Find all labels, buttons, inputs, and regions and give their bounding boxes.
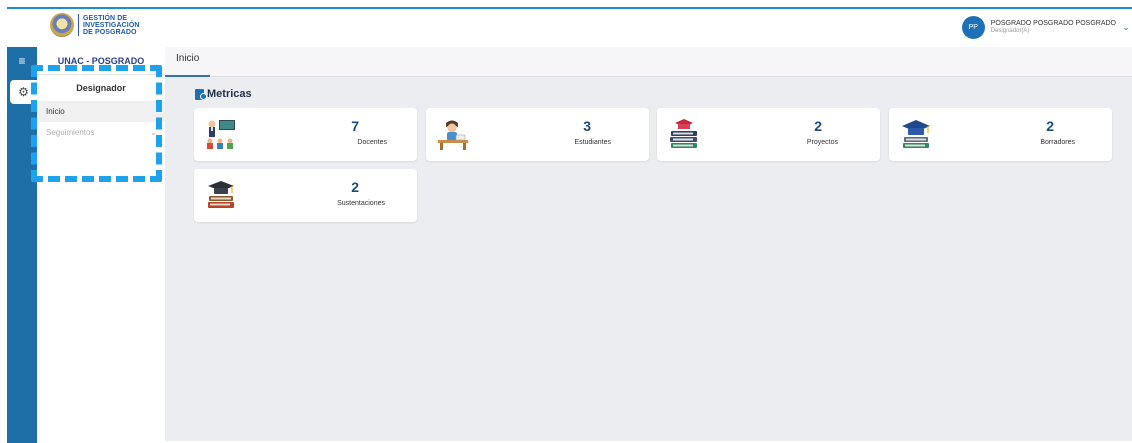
logo-text: GESTIÓN DE INVESTIGACIÓN DE POSGRADO <box>83 14 140 36</box>
tab-inicio[interactable]: Inicio <box>165 47 211 77</box>
sidebar-org-title: UNAC - POSGRADO <box>37 47 165 75</box>
metric-value: 2 <box>351 179 359 195</box>
university-seal-icon <box>50 13 74 37</box>
metrics-icon <box>195 88 207 100</box>
top-header: GESTIÓN DE INVESTIGACIÓN DE POSGRADO PP … <box>7 9 1132 47</box>
sidebar: UNAC - POSGRADO Designador Inicio Seguim… <box>37 47 165 443</box>
metric-label: Proyectos <box>806 139 838 146</box>
chevron-down-icon[interactable]: ⌄ <box>1120 21 1132 33</box>
sidebar-item-inicio[interactable]: Inicio <box>37 101 165 122</box>
metric-label: Borradores <box>1040 139 1075 146</box>
metric-value: 2 <box>814 118 822 134</box>
user-name: POSGRADO POSGRADO POSGRADO <box>990 19 1116 27</box>
section-title: Metricas <box>195 88 252 100</box>
sidebar-item-label: Inicio <box>46 107 65 116</box>
app-logo[interactable]: GESTIÓN DE INVESTIGACIÓN DE POSGRADO <box>50 13 140 37</box>
logo-divider <box>78 14 79 36</box>
metric-value: 3 <box>583 118 591 134</box>
metric-label: Docentes <box>357 139 387 146</box>
hamburger-menu-icon[interactable]: ≡ <box>7 53 37 69</box>
left-rail: ≡ ⚙ <box>7 47 37 443</box>
metric-card-borradores[interactable]: 2 Borradores <box>889 108 1112 161</box>
app-frame: GESTIÓN DE INVESTIGACIÓN DE POSGRADO PP … <box>7 7 1132 443</box>
metric-value: 7 <box>351 118 359 134</box>
user-info: POSGRADO POSGRADO POSGRADO Designador(A) <box>991 20 1116 35</box>
chevron-down-icon: ⌄ <box>150 128 157 137</box>
sidebar-item-label: Seguimientos <box>46 128 95 137</box>
metric-card-docentes[interactable]: 7 Docentes <box>194 108 417 161</box>
metric-label: Sustentaciones <box>337 200 385 207</box>
user-role: Designador(A) <box>990 27 1030 34</box>
user-menu[interactable]: PP POSGRADO POSGRADO POSGRADO Designador… <box>961 12 1132 42</box>
metric-card-estudiantes[interactable]: 3 Estudiantes <box>426 108 649 161</box>
metric-card-proyectos[interactable]: 2 Proyectos <box>657 108 880 161</box>
sidebar-role-title: Designador <box>76 83 126 93</box>
tab-strip: Inicio <box>165 47 1132 77</box>
metric-label: Estudiantes <box>574 139 611 146</box>
sidebar-item-seguimientos[interactable]: Seguimientos ⌄ <box>37 122 165 143</box>
metric-value: 2 <box>1046 118 1054 134</box>
metric-card-sustentaciones[interactable]: 2 Sustentaciones <box>194 169 417 222</box>
avatar[interactable]: PP <box>961 15 985 39</box>
gear-icon[interactable]: ⚙ <box>10 80 37 104</box>
